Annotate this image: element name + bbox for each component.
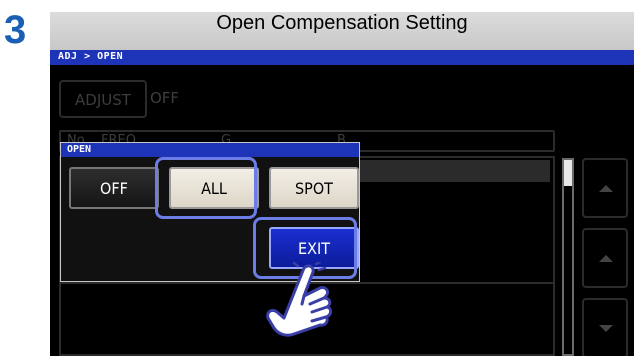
scroll-up-button[interactable] bbox=[582, 158, 628, 218]
step-number: 3 bbox=[4, 8, 27, 52]
scroll-down-alt-button[interactable] bbox=[582, 228, 628, 288]
device-screen: ADJ > OPEN ADJUST OFF No. FREQ G B OPEN … bbox=[50, 50, 634, 356]
all-highlight-ring bbox=[155, 157, 257, 219]
adjust-button-label: ADJUST bbox=[75, 91, 131, 109]
scrollbar[interactable] bbox=[562, 158, 574, 356]
triangle-down-icon bbox=[599, 325, 613, 332]
scrollbar-thumb[interactable] bbox=[564, 160, 572, 186]
title-bar: Open Compensation Setting bbox=[50, 12, 634, 50]
adjust-value: OFF bbox=[150, 89, 180, 107]
page-title: Open Compensation Setting bbox=[216, 12, 468, 34]
tap-hand-icon bbox=[266, 262, 333, 337]
popup-title: OPEN bbox=[67, 144, 92, 155]
breadcrumb-bar: ADJ > OPEN bbox=[50, 50, 634, 65]
triangle-up-icon bbox=[599, 185, 613, 192]
table-row[interactable] bbox=[360, 160, 550, 182]
spot-option-button[interactable]: SPOT bbox=[269, 167, 359, 209]
triangle-up-icon bbox=[599, 255, 613, 262]
adjust-button[interactable]: ADJUST bbox=[59, 80, 147, 118]
off-option-button[interactable]: OFF bbox=[69, 167, 159, 209]
scroll-down-button[interactable] bbox=[582, 298, 628, 356]
popup-title-bar: OPEN bbox=[61, 143, 359, 157]
breadcrumb: ADJ > OPEN bbox=[58, 51, 124, 62]
